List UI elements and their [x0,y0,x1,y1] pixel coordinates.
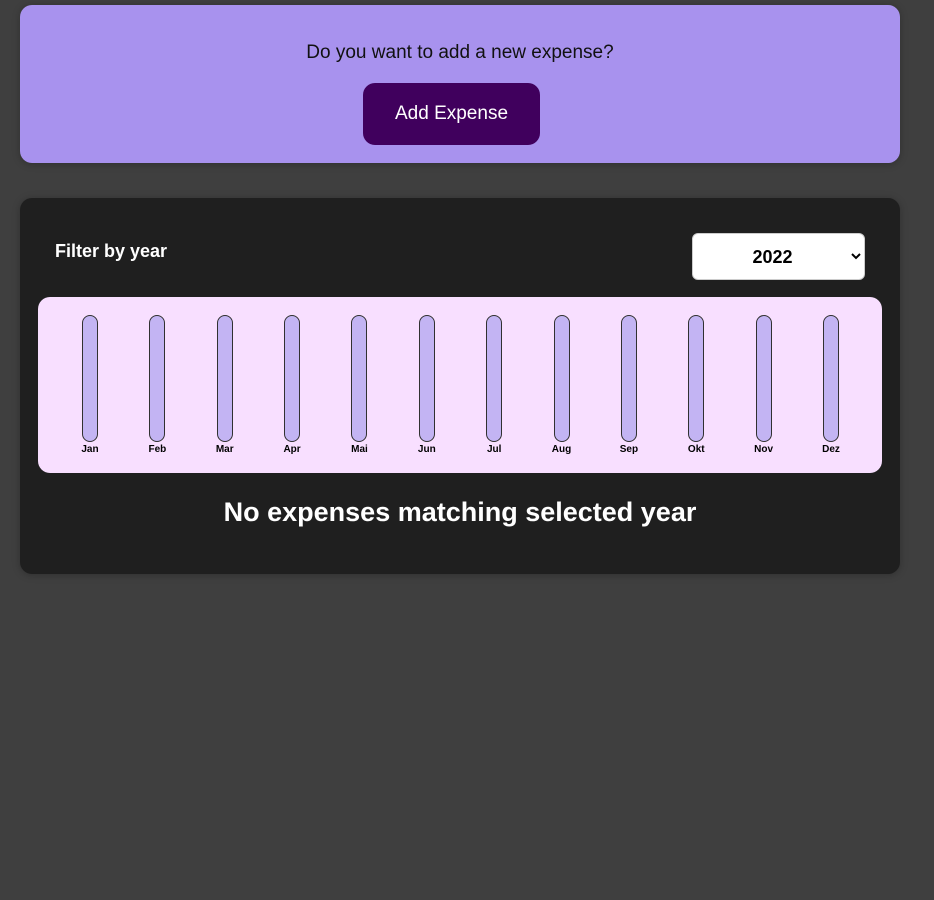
year-filter-select[interactable]: 2022 [692,233,865,280]
chart-bar-track [284,315,301,442]
chart-bar-label: Apr [283,444,301,455]
chart-bar-okt: Okt [676,315,716,465]
chart-bar-jun: Jun [407,315,447,465]
chart-bar-nov: Nov [744,315,784,465]
chart-bar-track [486,315,503,442]
chart-bar-aug: Aug [542,315,582,465]
chart-bar-label: Jun [417,444,436,455]
chart-bar-label: Mai [351,444,368,455]
chart-bar-label: Okt [687,444,705,455]
new-expense-panel: Do you want to add a new expense? Add Ex… [20,5,900,163]
chart-bar-jan: Jan [70,315,110,465]
chart-bar-track [620,315,637,442]
chart-bar-track [351,315,368,442]
chart-bar-track [82,315,98,442]
add-expense-button[interactable]: Add Expense [363,83,540,145]
chart-bar-label: Jul [486,444,502,455]
chart-bar-label: Nov [754,444,774,455]
chart-bar-sep: Sep [609,315,649,465]
new-expense-prompt: Do you want to add a new expense? [306,42,614,63]
chart-bar-track [823,315,839,442]
chart-bar-feb: Feb [137,315,177,465]
expenses-panel: Filter by year 2022 Jan Feb Mar Apr Mai Jun Ju… [20,198,900,574]
chart-bar-label: Sep [619,444,639,455]
chart-bar-jul: Jul [474,315,514,465]
chart-bar-dez: Dez [811,315,851,465]
chart-bar-mai: Mai [339,315,379,465]
chart-bar-track [149,315,166,442]
chart-bar-label: Feb [148,444,167,455]
empty-expenses-message: No expenses matching selected year [223,497,697,527]
filter-label: Filter by year [55,241,168,261]
chart-bar-label: Dez [822,444,840,455]
chart-bar-track [216,315,233,442]
chart-bar-mar: Mar [205,315,245,465]
chart-bar-track [553,315,570,442]
chart-bar-label: Mar [215,444,234,455]
chart-bar-track [755,315,772,442]
chart-bar-label: Aug [551,444,572,455]
chart-bar-track [688,315,705,442]
chart-bar-track [418,315,435,442]
chart-bar-label: Jan [81,444,99,455]
chart-bar-apr: Apr [272,315,312,465]
expenses-chart: Jan Feb Mar Apr Mai Jun Jul Aug Sep Okt Nov Dez [38,297,882,473]
